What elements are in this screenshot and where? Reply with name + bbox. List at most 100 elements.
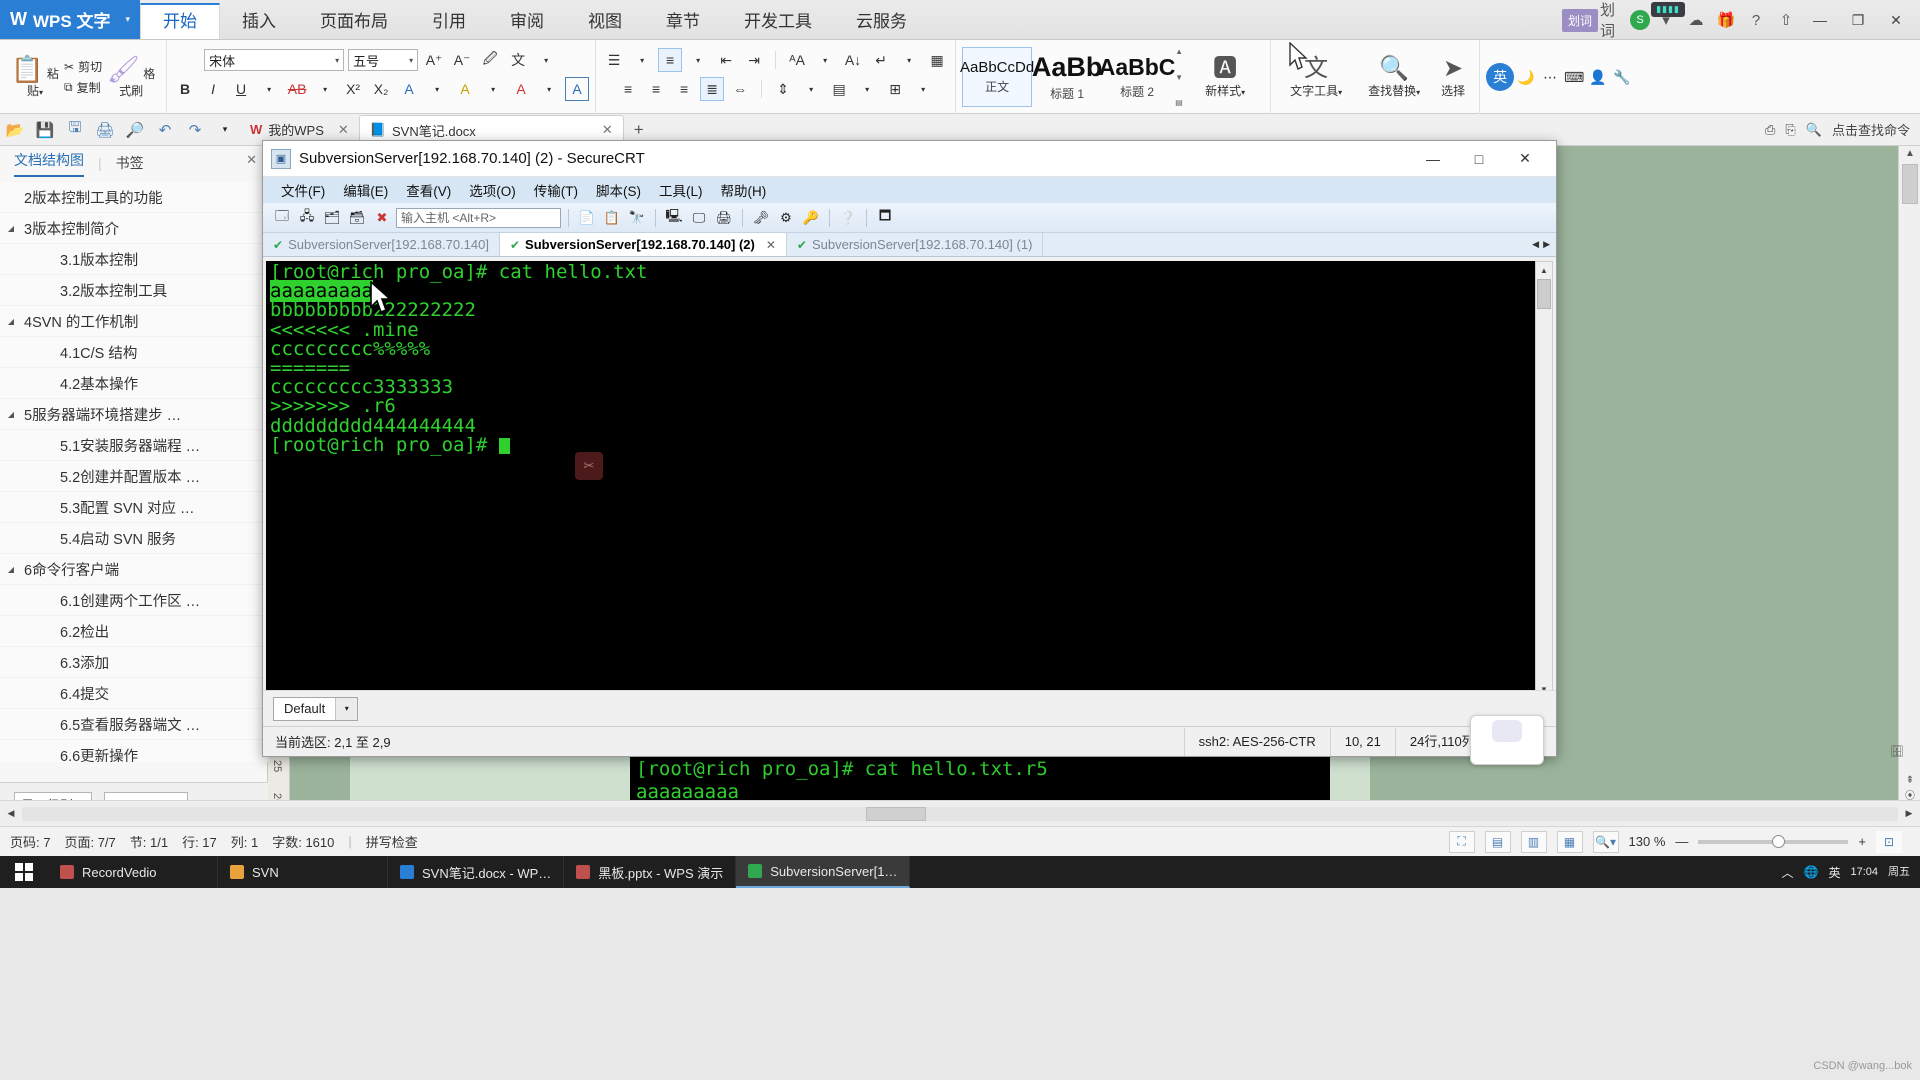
twisty-icon[interactable]: ◢ [0,224,22,233]
securecrt-close-button[interactable]: ✕ [1502,142,1548,176]
person-icon[interactable]: 👤 [1586,65,1610,89]
save-icon[interactable]: 💾 [30,115,60,145]
twisty-icon[interactable]: ◢ [0,565,22,574]
status-badge[interactable]: S [1630,10,1650,30]
chevron-down-icon[interactable]: ▾ [911,77,935,101]
tray-expand-icon[interactable]: ︿ [1781,864,1793,881]
nav-item[interactable]: 5.2创建并配置版本 … [0,461,268,492]
ime-icon[interactable]: 英 [1486,63,1515,91]
nav-item[interactable]: 6.1创建两个工作区 … [0,585,268,616]
nav-item[interactable]: ◢ 6命令行客户端 [0,554,268,585]
chevron-down-icon[interactable]: ▾ [1652,6,1680,34]
search-command-icon[interactable]: 🔍 [1806,122,1822,138]
close-icon[interactable]: ✕ [602,122,613,138]
font-size-combo[interactable]: 五号 ▾ [348,49,419,71]
format-painter-button[interactable]: 🖌 格式刷 [102,56,160,99]
cut-button[interactable]: ✂ 剪切 [64,58,102,75]
help-icon[interactable]: ❔ [837,207,859,229]
highlight-button[interactable]: A [453,77,477,101]
gift-icon[interactable]: 🎁 [1712,6,1740,34]
find-replace-button[interactable]: 🔍 查找替换▾ [1355,55,1433,99]
chevron-down-icon[interactable]: ▾ [897,48,921,72]
wrench-icon[interactable]: 🔧 [1610,65,1634,89]
securecrt-window[interactable]: ▣ SubversionServer[192.168.70.140] (2) -… [262,140,1557,757]
nav-item[interactable]: 6.4提交 [0,678,268,709]
ribbon-tab-review[interactable]: 审阅 [488,5,566,39]
nav-item[interactable]: 4.1C/S 结构 [0,337,268,368]
chevron-down-icon[interactable]: ▾ [534,48,558,72]
redo-icon[interactable]: ↷ [180,115,210,145]
char-border-button[interactable]: A [565,77,590,101]
scroll-left-icon[interactable]: ◀ [0,808,22,819]
securecrt-menu-item[interactable]: 文件(F) [273,178,333,202]
hscroll-track[interactable] [22,806,1898,821]
justify-button[interactable]: ≣ [700,77,725,101]
nav-item[interactable]: 5.1安装服务器端程 … [0,430,268,461]
page-view-button[interactable]: ▤ [1484,830,1511,853]
ribbon-tab-chapters[interactable]: 章节 [644,5,722,39]
nav-item[interactable]: 2版本控制工具的功能 [0,182,268,213]
ribbon-tab-insert[interactable]: 插入 [220,5,298,39]
pinyin-guide-icon[interactable]: 文 [506,48,530,72]
increase-indent-button[interactable]: ⇥ [742,48,766,72]
minimize-button[interactable]: — [1802,6,1838,34]
chevron-down-icon[interactable]: ▾ [125,14,130,25]
align-left-button[interactable]: ≡ [616,77,640,101]
taskbar-item[interactable]: SVN [218,856,388,888]
huaci-chip-1[interactable]: 划词 [1561,8,1598,32]
terminal-output[interactable]: [root@rich pro_oa]# cat hello.txt aaaaaaa… [266,261,1536,698]
close-icon[interactable]: ✕ [338,122,349,138]
securecrt-menu-item[interactable]: 选项(O) [461,178,524,202]
twisty-icon[interactable]: ◢ [0,317,22,326]
chevron-down-icon[interactable]: ▾ [630,48,654,72]
underline-button[interactable]: U [229,77,253,101]
document-horizontal-scrollbar[interactable]: ◀ ▶ [0,800,1920,826]
scroll-up-icon[interactable]: ▲ [1175,47,1183,56]
fit-page-icon[interactable]: ⊡ [1876,830,1902,853]
connect-sftp-icon[interactable]: 🗃 [346,207,368,229]
ribbon-tab-page-layout[interactable]: 页面布局 [298,5,410,39]
securecrt-menu-item[interactable]: 工具(L) [651,178,711,202]
nav-item[interactable]: 4.2基本操作 [0,368,268,399]
document-vertical-scrollbar[interactable]: ▲ ⇞ ⦿ ⇟ [1898,146,1920,826]
superscript-button[interactable]: X² [341,77,365,101]
paste-icon[interactable]: 📋 [601,207,623,229]
sort-button[interactable]: A↓ [841,48,865,72]
copy-icon[interactable]: 📄 [576,207,598,229]
taskbar-item[interactable]: SubversionServer[1… [736,856,911,888]
close-nav-pane-icon[interactable]: ✕ [246,152,257,168]
decrease-indent-button[interactable]: ⇤ [714,48,738,72]
grow-font-button[interactable]: A⁺ [422,48,446,72]
securecrt-session-tab[interactable]: ✔ SubversionServer[192.168.70.140] [263,233,500,256]
style-card-heading2[interactable]: AaBbC 标题 2 [1099,47,1176,107]
securecrt-menu-item[interactable]: 编辑(E) [335,178,396,202]
right-rail-backup-button[interactable]: 🗄 [1880,745,1914,758]
nav-item[interactable]: ◢ 4SVN 的工作机制 [0,306,268,337]
ime-indicator[interactable]: 英 [1828,864,1840,881]
bullets-button[interactable]: ☰ [602,48,626,72]
full-screen-view-button[interactable]: ⛶ [1448,830,1475,853]
navigation-list[interactable]: 2版本控制工具的功能 ◢ 3版本控制简介 3.1版本控制 3.2版本控制工具 ◢ 4SVN … [0,182,268,762]
nav-item[interactable]: ◢ 5服务器端环境搭建步 … [0,399,268,430]
shading-button[interactable]: ▤ [827,77,851,101]
spellcheck-status[interactable]: 拼写检查 [366,832,418,851]
strikethrough-button[interactable]: AB [285,77,309,101]
line-spacing-button[interactable]: ⇕ [771,77,795,101]
style-gallery-scroll[interactable]: ▲ ▼ ▤ [1172,47,1186,107]
securecrt-menu-item[interactable]: 脚本(S) [588,178,649,202]
scroll-up-icon[interactable]: ▲ [1903,148,1917,159]
expand-gallery-icon[interactable]: ▤ [1175,98,1183,107]
ribbon-tab-references[interactable]: 引用 [410,5,488,39]
securecrt-menu-item[interactable]: 帮助(H) [713,178,775,202]
nav-item[interactable]: ◢ 3版本控制简介 [0,213,268,244]
save-as-icon[interactable]: 🖫 [60,115,90,145]
bold-button[interactable]: B [173,77,197,101]
style-card-heading1[interactable]: AaBb 标题 1 [1032,47,1103,107]
taskbar-item[interactable]: 黑板.pptx - WPS 演示 [564,856,737,888]
securecrt-menu-bar[interactable]: 文件(F) 编辑(E) 查看(V) 选项(O) 传输(T) 脚本(S) 工具(L) 帮助(H) [263,177,1556,203]
customize-quick-access-icon[interactable]: ▾ [210,115,240,145]
securecrt-title-bar[interactable]: ▣ SubversionServer[192.168.70.140] (2) -… [263,141,1556,177]
help-icon[interactable]: ? [1742,6,1770,34]
numbering-button[interactable]: ≡ [658,48,683,72]
prev-page-icon[interactable]: ⇞ [1903,775,1917,786]
